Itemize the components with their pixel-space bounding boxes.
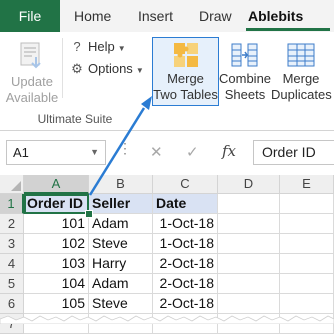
options-button[interactable]: ⚙ Options ▼	[70, 60, 144, 78]
table-cell[interactable]	[218, 274, 280, 294]
name-box-value: A1	[13, 145, 29, 160]
cell-d1[interactable]	[218, 194, 280, 214]
table-cell-seller[interactable]: Adam	[89, 214, 153, 234]
torn-edge	[0, 315, 334, 324]
chevron-down-icon: ▼	[117, 44, 126, 53]
table-cell[interactable]	[280, 214, 334, 234]
chevron-down-icon[interactable]: ▼	[90, 141, 99, 164]
help-label: Help	[88, 39, 115, 54]
table-cell-seller[interactable]: Steve	[89, 294, 153, 314]
table-cell-seller[interactable]: Adam	[89, 274, 153, 294]
cancel-icon[interactable]: ✕	[150, 143, 163, 161]
row-header-5[interactable]: 5	[0, 274, 24, 294]
help-button[interactable]: ? Help ▼	[70, 38, 126, 56]
update-label-line2: Available	[5, 90, 59, 105]
select-all-corner[interactable]	[0, 175, 24, 194]
options-label: Options	[88, 61, 133, 76]
merge-duplicates-line2: Duplicates	[271, 87, 332, 102]
help-icon: ?	[73, 39, 81, 54]
row-header-2[interactable]: 2	[0, 214, 24, 234]
vertical-dots-icon[interactable]: ⋮	[118, 140, 133, 157]
column-header-e[interactable]: E	[280, 175, 334, 194]
merge-duplicates-line1: Merge	[282, 71, 320, 86]
active-cell-selection	[24, 194, 89, 214]
column-header-d[interactable]: D	[218, 175, 280, 194]
column-header-b[interactable]: B	[89, 175, 153, 194]
name-box[interactable]: A1 ▼	[6, 140, 106, 165]
table-cell-date[interactable]: 2-Oct-18	[153, 254, 218, 274]
gear-icon: ⚙	[71, 61, 83, 76]
ribbon-group-label: Ultimate Suite	[37, 112, 113, 126]
merge-duplicates-button[interactable]: Merge Duplicates	[271, 40, 332, 103]
select-all-icon	[11, 181, 21, 191]
formula-input[interactable]: Order ID	[253, 140, 334, 165]
formula-controls: ✕ ✓ fx	[134, 140, 244, 165]
table-cell-seller[interactable]: Harry	[89, 254, 153, 274]
check-icon[interactable]: ✓	[186, 143, 199, 161]
insert-function-button[interactable]: fx	[222, 142, 236, 160]
update-icon	[20, 42, 41, 69]
cell-c1[interactable]: Date	[153, 194, 218, 214]
tab-draw[interactable]: Draw	[199, 0, 232, 32]
table-cell[interactable]	[280, 274, 334, 294]
table-cell[interactable]	[280, 294, 334, 314]
active-tab-indicator	[246, 28, 330, 31]
combine-sheets-line1: Combine	[219, 71, 272, 86]
merge-duplicates-icon	[287, 43, 315, 67]
row-header-4[interactable]: 4	[0, 254, 24, 274]
update-label-line1: Update	[11, 74, 53, 89]
row-header-1[interactable]: 1	[0, 194, 24, 214]
ribbon-separator	[62, 38, 63, 98]
table-cell-order-id[interactable]: 102	[24, 234, 89, 254]
table-cell[interactable]	[280, 254, 334, 274]
table-cell-date[interactable]: 1-Oct-18	[153, 214, 218, 234]
cell-e1[interactable]	[280, 194, 334, 214]
table-cell-order-id[interactable]: 104	[24, 274, 89, 294]
merge-two-tables-line2: Two Tables	[153, 87, 218, 102]
table-cell-seller[interactable]: Steve	[89, 234, 153, 254]
tab-insert[interactable]: Insert	[138, 0, 173, 32]
table-cell[interactable]	[280, 234, 334, 254]
table-cell-order-id[interactable]: 103	[24, 254, 89, 274]
row-header-6[interactable]: 6	[0, 294, 24, 314]
table-cell[interactable]	[218, 214, 280, 234]
column-header-a[interactable]: A	[24, 175, 89, 194]
chevron-down-icon: ▼	[135, 66, 144, 75]
combine-sheets-line2: Sheets	[224, 87, 266, 102]
combine-sheets-icon	[231, 43, 258, 67]
table-cell[interactable]	[218, 254, 280, 274]
table-cell-order-id[interactable]: 101	[24, 214, 89, 234]
merge-tables-icon	[173, 43, 198, 67]
merge-two-tables-line1: Merge	[167, 71, 204, 86]
column-header-c[interactable]: C	[153, 175, 218, 194]
fill-handle[interactable]	[85, 210, 93, 218]
row-header-3[interactable]: 3	[0, 234, 24, 254]
table-cell[interactable]	[218, 234, 280, 254]
table-cell-date[interactable]: 2-Oct-18	[153, 294, 218, 314]
tab-home[interactable]: Home	[74, 0, 111, 32]
ribbon-tab-bar: File Home Insert Draw Ablebits Data	[0, 0, 334, 56]
update-available-button[interactable]: Update Available	[4, 40, 60, 106]
table-cell-date[interactable]: 1-Oct-18	[153, 234, 218, 254]
table-cell[interactable]	[218, 294, 280, 314]
table-cell-order-id[interactable]: 105	[24, 294, 89, 314]
merge-two-tables-button[interactable]: Merge Two Tables	[152, 40, 219, 103]
combine-sheets-button[interactable]: Combine Sheets	[219, 40, 271, 103]
cell-b1[interactable]: Seller	[89, 194, 153, 214]
tab-file[interactable]: File	[0, 0, 60, 32]
table-cell-date[interactable]: 2-Oct-18	[153, 274, 218, 294]
